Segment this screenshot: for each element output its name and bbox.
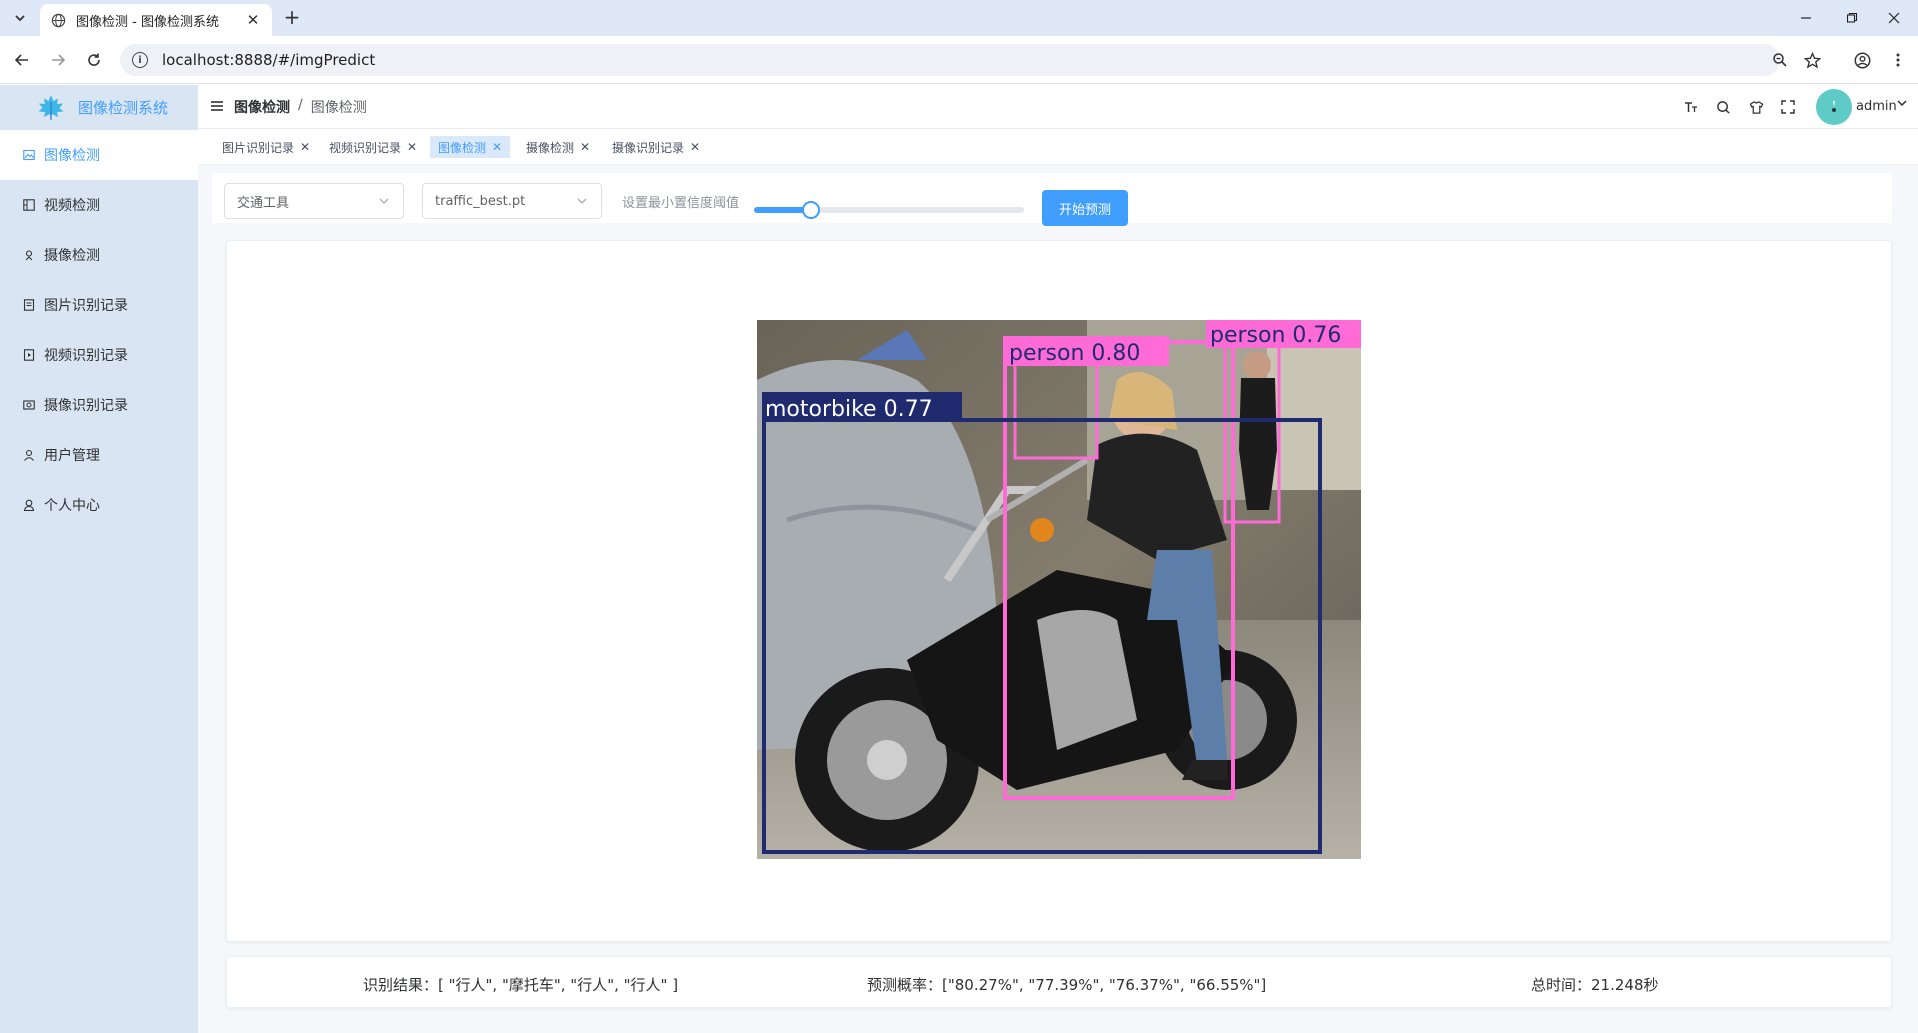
url-omnibox[interactable]: i localhost:8888/#/imgPredict xyxy=(120,44,1780,76)
chevron-down-icon[interactable] xyxy=(1896,97,1908,112)
close-icon[interactable]: ✕ xyxy=(300,140,310,154)
category-select[interactable]: 交通工具 xyxy=(224,183,404,219)
address-bar: i localhost:8888/#/imgPredict xyxy=(0,36,1918,84)
sidebar-item-video-detect[interactable]: 视频检测 xyxy=(0,180,198,230)
sidebar-item-label: 个人中心 xyxy=(44,498,100,514)
camera-record-icon xyxy=(22,398,36,412)
reload-icon[interactable] xyxy=(82,48,106,72)
sidebar-item-label: 图片识别记录 xyxy=(44,298,128,314)
detection-label-person-1: person 0.80 xyxy=(1009,341,1140,366)
sidebar-item-camera-records[interactable]: 摄像识别记录 xyxy=(0,380,198,430)
tag-label: 摄像检测 xyxy=(526,140,575,155)
model-select[interactable]: traffic_best.pt xyxy=(422,183,602,219)
breadcrumb: 图像检测 / 图像检测 xyxy=(234,97,367,117)
category-select-value: 交通工具 xyxy=(237,195,290,211)
tag-camera-records[interactable]: 摄像识别记录 ✕ xyxy=(604,136,708,158)
profile-icon xyxy=(22,498,36,512)
tag-camera-detect[interactable]: 摄像检测 ✕ xyxy=(518,136,598,158)
sidebar-item-image-detect[interactable]: 图像检测 xyxy=(0,130,198,180)
close-tab-icon[interactable]: ✕ xyxy=(244,11,262,29)
maple-leaf-logo-icon xyxy=(38,94,64,121)
app-name: 图像检测系统 xyxy=(78,99,169,117)
tag-label: 摄像识别记录 xyxy=(612,140,685,155)
font-size-icon[interactable] xyxy=(1682,98,1700,116)
search-icon[interactable] xyxy=(1714,98,1732,116)
camera-icon xyxy=(22,248,36,262)
model-select-value: traffic_best.pt xyxy=(435,193,526,209)
close-window-icon[interactable] xyxy=(1870,0,1918,36)
breadcrumb-separator: / xyxy=(298,97,303,113)
sidebar: 图像检测系统 图像检测 视频检测 摄像检测 图片识别记录 视频识别记录 摄像识别… xyxy=(0,85,198,1033)
globe-icon xyxy=(50,12,66,28)
sidebar-item-profile[interactable]: 个人中心 xyxy=(0,480,198,530)
bookmark-star-icon[interactable] xyxy=(1800,48,1824,72)
profile-icon[interactable] xyxy=(1850,48,1874,72)
tag-label: 视频识别记录 xyxy=(329,140,402,155)
close-icon[interactable]: ✕ xyxy=(690,140,700,154)
hamburger-icon[interactable] xyxy=(210,99,224,113)
theme-shirt-icon[interactable] xyxy=(1747,98,1765,116)
record-icon xyxy=(22,298,36,312)
browser-tab-active[interactable]: 图像检测 - 图像检测系统 ✕ xyxy=(40,4,272,36)
confidence-slider[interactable] xyxy=(754,201,1024,219)
detection-result-image: person 0.80 person 0.76 motorbike 0.77 xyxy=(757,320,1361,859)
sidebar-item-label: 视频检测 xyxy=(44,198,100,214)
detection-label-person-2: person 0.76 xyxy=(1210,323,1341,348)
sidebar-item-label: 视频识别记录 xyxy=(44,348,128,364)
sidebar-item-camera-detect[interactable]: 摄像检测 xyxy=(0,230,198,280)
recognition-result: 识别结果：[ "行人", "摩托车", "行人", "行人" ] xyxy=(363,976,679,994)
slider-handle[interactable] xyxy=(801,201,820,219)
close-icon[interactable]: ✕ xyxy=(580,140,590,154)
user-name[interactable]: admin xyxy=(1856,99,1897,114)
new-tab-plus-icon[interactable]: + xyxy=(280,6,304,30)
user-icon xyxy=(22,448,36,462)
sidebar-item-label: 摄像检测 xyxy=(44,248,100,264)
close-icon[interactable]: ✕ xyxy=(407,140,417,154)
result-card: 识别结果：[ "行人", "摩托车", "行人", "行人" ] 预测概率：["… xyxy=(226,956,1892,1008)
app-header: 图像检测 / 图像检测 admin xyxy=(198,85,1918,129)
avatar[interactable] xyxy=(1816,89,1852,125)
forward-arrow-icon[interactable] xyxy=(46,48,70,72)
video-record-icon xyxy=(22,348,36,362)
app-logo[interactable]: 图像检测系统 xyxy=(0,85,198,130)
prediction-probability: 预测概率：["80.27%", "77.39%", "76.37%", "66.… xyxy=(867,976,1267,994)
tag-video-records[interactable]: 视频识别记录 ✕ xyxy=(321,136,425,158)
sidebar-item-video-records[interactable]: 视频识别记录 xyxy=(0,330,198,380)
chevron-down-icon xyxy=(577,198,587,204)
detection-label-motorbike: motorbike 0.77 xyxy=(765,397,933,422)
browser-tab-title: 图像检测 - 图像检测系统 xyxy=(76,14,219,30)
site-info-icon[interactable]: i xyxy=(132,52,148,68)
tag-image-records[interactable]: 图片识别记录 ✕ xyxy=(214,136,318,158)
total-time: 总时间：21.248秒 xyxy=(1531,976,1659,994)
back-arrow-icon[interactable] xyxy=(10,48,34,72)
tag-label: 图片识别记录 xyxy=(222,140,295,155)
fullscreen-icon[interactable] xyxy=(1779,98,1797,116)
url-text: localhost:8888/#/imgPredict xyxy=(162,51,376,69)
video-icon xyxy=(22,198,36,212)
breadcrumb-root[interactable]: 图像检测 xyxy=(234,97,290,117)
sidebar-item-user-management[interactable]: 用户管理 xyxy=(0,430,198,480)
start-predict-button[interactable]: 开始预测 xyxy=(1042,190,1128,226)
tags-view: 图片识别记录 ✕ 视频识别记录 ✕ 图像检测 ✕ 摄像检测 ✕ 摄像识别记录 ✕ xyxy=(198,129,1918,165)
sidebar-item-label: 用户管理 xyxy=(44,448,100,464)
zoom-icon[interactable] xyxy=(1768,48,1792,72)
sidebar-item-label: 图像检测 xyxy=(44,148,100,164)
tag-label: 图像检测 xyxy=(438,140,487,155)
more-menu-icon[interactable] xyxy=(1886,48,1910,72)
breadcrumb-current: 图像检测 xyxy=(310,100,367,116)
sidebar-item-image-records[interactable]: 图片识别记录 xyxy=(0,280,198,330)
tag-image-detect[interactable]: 图像检测 ✕ xyxy=(430,136,511,158)
tab-search-chevron-icon[interactable] xyxy=(6,6,34,30)
confidence-slider-label: 设置最小置信度阈值 xyxy=(622,196,740,211)
detection-result-image-svg: person 0.80 person 0.76 motorbike 0.77 xyxy=(757,320,1361,859)
browser-tab-strip: 图像检测 - 图像检测系统 ✕ + xyxy=(0,0,1918,36)
chevron-down-icon xyxy=(379,198,389,204)
sidebar-item-label: 摄像识别记录 xyxy=(44,398,128,414)
image-icon xyxy=(22,148,36,162)
close-icon[interactable]: ✕ xyxy=(492,140,502,154)
